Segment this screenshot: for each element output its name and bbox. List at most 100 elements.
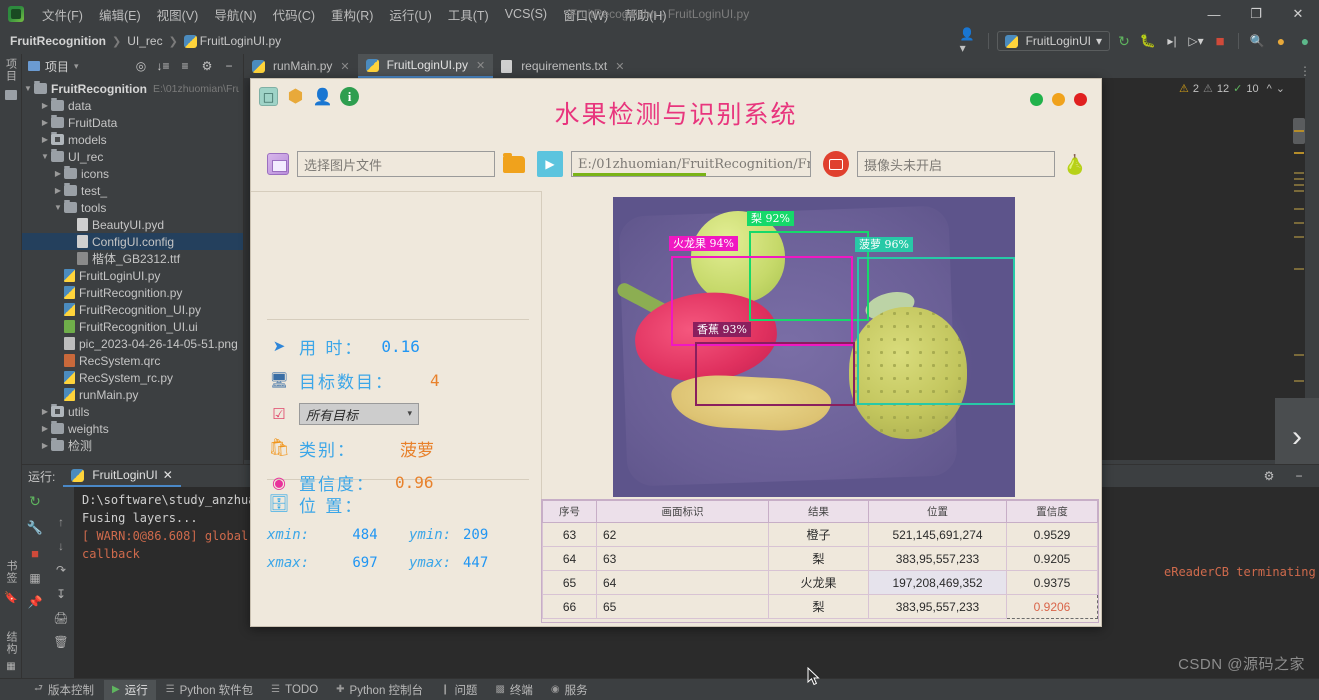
table-cell[interactable]: 65 (596, 594, 769, 619)
menu-item-navigate[interactable]: 导航(N) (206, 2, 264, 27)
tree-node[interactable]: FruitRecognition_UI.py (22, 301, 243, 318)
table-cell[interactable]: 63 (596, 546, 769, 571)
tree-node[interactable]: FruitLoginUI.py (22, 267, 243, 284)
locate-file-icon[interactable]: ◎ (131, 56, 151, 76)
tree-node[interactable]: ▶ models (22, 131, 243, 148)
table-cell[interactable]: 0.9375 (1006, 570, 1098, 595)
camera-status-input[interactable]: 摄像头未开启 (857, 151, 1055, 177)
menu-item-vcs[interactable]: VCS(S) (497, 4, 555, 24)
table-row[interactable]: 64 63 梨 383,95,557,233 0.9205 (542, 546, 1098, 571)
gear-icon[interactable]: ⚙ (197, 56, 217, 76)
table-cell[interactable]: 梨 (768, 546, 869, 571)
table-cell[interactable]: 521,145,691,274 (868, 522, 1007, 547)
results-table[interactable]: 序号 画面标识 结果 位置 置信度 63 62 橙子 521,145,691,274 0… (541, 499, 1099, 623)
editor-tab-fruitloginui[interactable]: FruitLoginUI.py ✕ (357, 54, 494, 78)
file-input[interactable]: 选择图片文件 (297, 151, 495, 177)
chevron-right-icon[interactable]: ▶ (52, 169, 64, 178)
layout-icon[interactable]: ▦ (29, 571, 40, 585)
editor-inspection-widget[interactable]: ⚠ 2 ⚠ 12 ✓ 10 ^ ⌄ (1179, 82, 1285, 96)
path-input[interactable]: E:/01zhuomian/FruitRecognition/Fru (571, 151, 811, 177)
collapse-all-icon[interactable]: ≡ (175, 56, 195, 76)
table-cell[interactable]: 66 (542, 594, 597, 619)
run-icon[interactable]: ↻ (1114, 31, 1134, 51)
expand-all-icon[interactable]: ↓≡ (153, 56, 173, 76)
rerun-icon[interactable]: ↻ (29, 493, 41, 510)
tree-node[interactable]: ▶ FruitData (22, 114, 243, 131)
strip-structure-button[interactable]: 结构 ▦ (0, 631, 22, 672)
profile-icon[interactable]: ▷▾ (1186, 31, 1206, 51)
wrench-icon[interactable]: 🔧 (27, 520, 43, 536)
chevron-down-icon[interactable]: ▼ (52, 203, 64, 212)
chevron-down-icon[interactable]: ▾ (74, 61, 79, 72)
tree-node[interactable]: FruitRecognition_UI.ui (22, 318, 243, 335)
minimize-dot-icon[interactable] (1030, 93, 1043, 106)
breadcrumb-folder[interactable]: UI_rec (127, 34, 162, 48)
menu-item-code[interactable]: 代码(C) (265, 2, 323, 27)
soft-wrap-icon[interactable]: ↷ (56, 563, 66, 577)
prev-problem-icon[interactable]: ^ (1267, 83, 1272, 95)
editor-tab-requirements[interactable]: requirements.txt ✕ (493, 54, 632, 78)
tree-node[interactable]: BeautyUI.pyd (22, 216, 243, 233)
menu-item-edit[interactable]: 编辑(E) (91, 2, 149, 27)
status-item-problems[interactable]: ❙ 问题 (433, 680, 485, 700)
status-item-run[interactable]: ▶ 运行 (104, 679, 156, 700)
run-with-coverage-icon[interactable]: ▸| (1162, 31, 1182, 51)
search-icon[interactable]: 🔍 (1247, 31, 1267, 51)
pin-icon[interactable]: 📌 (28, 595, 43, 609)
menu-item-run[interactable]: 运行(U) (381, 2, 439, 27)
status-item-todo[interactable]: ☰ TODO (263, 682, 326, 698)
print-icon[interactable]: 🖨 (53, 611, 68, 625)
menu-item-file[interactable]: 文件(F) (34, 2, 91, 27)
chevron-right-icon[interactable]: ▶ (52, 186, 64, 195)
status-item-version-control[interactable]: ⮐ 版本控制 (26, 679, 102, 700)
chevron-right-icon[interactable]: ▶ (39, 441, 51, 450)
start-detection-button[interactable]: ▶ (537, 151, 563, 177)
table-cell[interactable]: 0.9529 (1006, 522, 1098, 547)
breadcrumb-project[interactable]: FruitRecognition (10, 34, 106, 48)
strip-folder-icon[interactable] (0, 86, 21, 104)
chevron-right-icon[interactable]: ▶ (39, 135, 51, 144)
chevron-right-icon[interactable]: ▶ (39, 101, 51, 110)
next-problem-icon[interactable]: ⌄ (1276, 82, 1285, 95)
close-dot-icon[interactable] (1074, 93, 1087, 106)
clear-all-icon[interactable]: 🗑 (53, 635, 68, 649)
table-cell[interactable]: 0.9206 (1006, 594, 1098, 619)
table-cell[interactable]: 梨 (768, 594, 869, 619)
status-item-python-packages[interactable]: ☰ Python 软件包 (158, 680, 261, 700)
breadcrumb-file[interactable]: FruitLoginUI.py (200, 34, 281, 48)
detection-image[interactable]: 梨 92% 菠萝 96% 火龙果 94% 香蕉 93% (613, 197, 1015, 497)
menu-item-help[interactable]: 帮助(H) (616, 2, 674, 27)
stop-icon[interactable]: ■ (31, 546, 39, 561)
tree-node[interactable]: pic_2023-04-26-14-05-51.png (22, 335, 243, 352)
strip-bookmarks-button[interactable]: 书签 🔖 (0, 560, 22, 604)
chevron-right-icon[interactable]: ▶ (39, 407, 51, 416)
maximize-icon[interactable]: ❐ (1235, 0, 1277, 28)
table-cell[interactable]: 62 (596, 522, 769, 547)
table-cell[interactable]: 197,208,469,352 (868, 570, 1007, 595)
stop-icon[interactable]: ■ (1210, 31, 1230, 51)
plugin-icon[interactable]: ● (1295, 31, 1315, 51)
update-project-icon[interactable]: ● (1271, 31, 1291, 51)
close-icon[interactable]: ✕ (476, 59, 485, 72)
status-item-services[interactable]: ◉ 服务 (543, 680, 596, 700)
close-icon[interactable]: ✕ (615, 60, 624, 73)
strip-project-button[interactable]: 项目 (0, 54, 21, 86)
chevron-down-icon[interactable]: ▼ (39, 152, 51, 161)
tree-node[interactable]: RecSystem_rc.py (22, 369, 243, 386)
table-row[interactable]: 63 62 橙子 521,145,691,274 0.9529 (542, 522, 1098, 547)
tree-node[interactable]: FruitRecognition.py (22, 284, 243, 301)
editor-scrollbar[interactable] (1293, 100, 1305, 440)
tree-root-node[interactable]: ▼ FruitRecognition E:\01zhuomian\Frui (22, 80, 243, 97)
table-cell[interactable]: 65 (542, 570, 597, 595)
table-cell[interactable]: 64 (542, 546, 597, 571)
table-cell[interactable]: 橙子 (768, 522, 869, 547)
maximize-dot-icon[interactable] (1052, 93, 1065, 106)
minimize-icon[interactable]: — (1193, 0, 1235, 28)
editor-tab-runmain[interactable]: runMain.py ✕ (244, 54, 358, 78)
tree-node[interactable]: ▶ utils (22, 403, 243, 420)
close-icon[interactable]: ✕ (163, 468, 173, 482)
tree-node[interactable]: runMain.py (22, 386, 243, 403)
target-select[interactable]: 所有目标 ▾ (299, 403, 419, 425)
table-cell[interactable]: 0.9205 (1006, 546, 1098, 571)
status-item-terminal[interactable]: ▩ 终端 (487, 680, 540, 700)
